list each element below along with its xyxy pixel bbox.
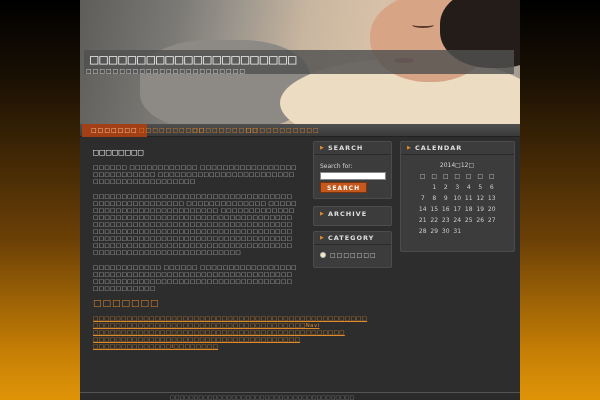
category-item[interactable]: □□□□□□□ bbox=[330, 252, 377, 259]
calendar-day: 3 bbox=[455, 184, 460, 191]
calendar-day: 13 bbox=[487, 195, 496, 202]
calendar-day: 25 bbox=[464, 217, 473, 224]
archive-widget-label: ARCHIVE bbox=[328, 210, 368, 218]
search-widget-label: SEARCH bbox=[328, 144, 364, 152]
weekday-header: □ bbox=[442, 173, 449, 180]
calendar-day: 9 bbox=[443, 195, 448, 202]
calendar-day: 8 bbox=[432, 195, 437, 202]
content-link-5[interactable]: □□□□□□□□□□□□□□I□□□□□□□□ bbox=[93, 344, 298, 351]
post-paragraph-1: □□□□□□ □□□□□□□□□□□□ □□□□□□□□□□□□□□□□□□□□… bbox=[93, 165, 297, 185]
post-paragraph-2: □□□□□□□□□□□□□□□□□□□□□□□□□□□□□□□□□□□□□□□□… bbox=[93, 194, 297, 256]
calendar-day: 19 bbox=[476, 206, 485, 213]
calendar-day: 29 bbox=[430, 228, 439, 235]
site-title[interactable]: □□□□□□□□□□□□□□□□□□□□□□ bbox=[90, 52, 297, 68]
calendar-day: 20 bbox=[487, 206, 496, 213]
calendar-day: 24 bbox=[453, 217, 462, 224]
archive-widget: ▶ ARCHIVE bbox=[313, 206, 392, 226]
calendar-table: □ □ □ □ □ □ □ 1 2 3 4 5 6 7 8 9 10 11 12… bbox=[417, 171, 498, 237]
calendar-day: 21 bbox=[418, 217, 427, 224]
calendar-day: 31 bbox=[453, 228, 462, 235]
calendar-day bbox=[463, 226, 475, 237]
weekday-header: □ bbox=[454, 173, 461, 180]
arrow-right-icon: ▶ bbox=[320, 145, 325, 151]
calendar-day: 14 bbox=[418, 206, 427, 213]
calendar-day bbox=[486, 226, 498, 237]
bullet-icon bbox=[320, 252, 326, 258]
header-photo-eye bbox=[412, 22, 434, 28]
main-content: □□□□□□□□ □□□□□□ □□□□□□□□□□□□ □□□□□□□□□□□… bbox=[93, 149, 367, 351]
calendar-day: 11 bbox=[464, 195, 473, 202]
content-link-3[interactable]: □□□□□□□□□□□□□□□□□□□□□□□□□□□□□□□□□□□□□□□□… bbox=[93, 330, 344, 337]
calendar-widget-title: ▶ CALENDAR bbox=[401, 142, 514, 155]
post-paragraph-3: □□□□□□□□□□□□ □□□□□□ □□□□□□□□□□□□□□□□□□□□… bbox=[93, 265, 297, 292]
calendar-week-row: 1 2 3 4 5 6 bbox=[417, 182, 498, 193]
arrow-right-icon: ▶ bbox=[407, 145, 412, 151]
content-link-4[interactable]: □□□□□□□□□□□□□□□□□□□□□□□□□□□□□□□□□□□□□ bbox=[93, 337, 300, 344]
calendar-day: 1 bbox=[432, 184, 437, 191]
calendar-day: 26 bbox=[476, 217, 485, 224]
search-label: Search for: bbox=[320, 163, 353, 170]
footer: □□□□□□□□□□□□□□□□□□□□□□□□□□□□□□□□□□□□□□□ bbox=[80, 392, 520, 400]
page-wrapper: □□□□□□□□□□□□□□□□□□□□□□ □□□□□□□□□□□□□□□□□… bbox=[80, 0, 520, 400]
post-title[interactable]: □□□□□□□□ bbox=[93, 149, 298, 158]
nav-item-5[interactable]: □□□□ bbox=[284, 124, 329, 137]
calendar-widget: ▶ CALENDAR 2014□12□ □ □ □ □ □ □ □ 1 2 3 … bbox=[400, 141, 515, 252]
header-banner: □□□□□□□□□□□□□□□□□□□□□□ □□□□□□□□□□□□□□□□□… bbox=[80, 0, 520, 124]
search-widget: ▶ SEARCH Search for: SEARCH bbox=[313, 141, 392, 199]
category-widget-title: ▶ CATEGORY bbox=[314, 232, 391, 245]
content-link-1[interactable]: □□□□□□□□□□□□□□□□□□□□□□□□□□□□□□□□□□□□□□□□… bbox=[93, 316, 367, 323]
calendar-week-row: 7 8 9 10 11 12 13 bbox=[417, 193, 498, 204]
archive-widget-title[interactable]: ▶ ARCHIVE bbox=[314, 207, 391, 225]
main-navigation: □□□□□□□ □□□□□□□□□□ □□□□□□□□□□ □□□□□□□ □□… bbox=[80, 124, 520, 137]
calendar-week-row: 28 29 30 31 bbox=[417, 226, 498, 237]
calendar-week-row: 14 15 16 17 18 19 20 bbox=[417, 204, 498, 215]
calendar-week-row: 21 22 23 24 25 26 27 bbox=[417, 215, 498, 226]
calendar-day: 10 bbox=[453, 195, 462, 202]
search-input[interactable] bbox=[320, 172, 386, 180]
calendar-day: 5 bbox=[478, 184, 483, 191]
calendar-day: 23 bbox=[441, 217, 450, 224]
calendar-caption: 2014□12□ bbox=[439, 162, 475, 169]
calendar-day: 17 bbox=[453, 206, 462, 213]
calendar-day: 15 bbox=[430, 206, 439, 213]
calendar-day: 2 bbox=[443, 184, 448, 191]
calendar-day bbox=[475, 226, 487, 237]
category-widget-label: CATEGORY bbox=[328, 234, 375, 242]
calendar-day: 18 bbox=[464, 206, 473, 213]
calendar-day: 4 bbox=[466, 184, 471, 191]
calendar-day: 12 bbox=[476, 195, 485, 202]
weekday-header: □ bbox=[477, 173, 484, 180]
calendar-day: 16 bbox=[441, 206, 450, 213]
calendar-day: 7 bbox=[420, 195, 425, 202]
search-button[interactable]: SEARCH bbox=[320, 182, 368, 193]
category-widget: ▶ CATEGORY □□□□□□□ bbox=[313, 231, 392, 268]
content-link-2[interactable]: □□□□□□□□□□□□□□□□□□□□□□□□□□□□□□□□□□□□□□Na… bbox=[93, 323, 319, 330]
arrow-right-icon: ▶ bbox=[320, 235, 325, 241]
calendar-day: 22 bbox=[430, 217, 439, 224]
calendar-day: 27 bbox=[487, 217, 496, 224]
weekday-header: □ bbox=[431, 173, 438, 180]
weekday-header: □ bbox=[488, 173, 495, 180]
footer-text: □□□□□□□□□□□□□□□□□□□□□□□□□□□□□□□□□□□□□□□ bbox=[170, 395, 355, 400]
calendar-day: 6 bbox=[489, 184, 494, 191]
weekday-header: □ bbox=[465, 173, 472, 180]
calendar-weekday-row: □ □ □ □ □ □ □ bbox=[417, 171, 498, 182]
search-widget-title: ▶ SEARCH bbox=[314, 142, 391, 155]
calendar-day: 28 bbox=[418, 228, 427, 235]
site-description: □□□□□□□□□□□□□□□□□□□□□□□□ bbox=[86, 68, 247, 75]
arrow-right-icon: ▶ bbox=[320, 211, 325, 217]
weekday-header: □ bbox=[419, 173, 426, 180]
calendar-day bbox=[417, 182, 429, 193]
calendar-day: 30 bbox=[441, 228, 450, 235]
links-heading: □□□□□□□ bbox=[93, 299, 160, 309]
calendar-widget-label: CALENDAR bbox=[415, 144, 463, 152]
